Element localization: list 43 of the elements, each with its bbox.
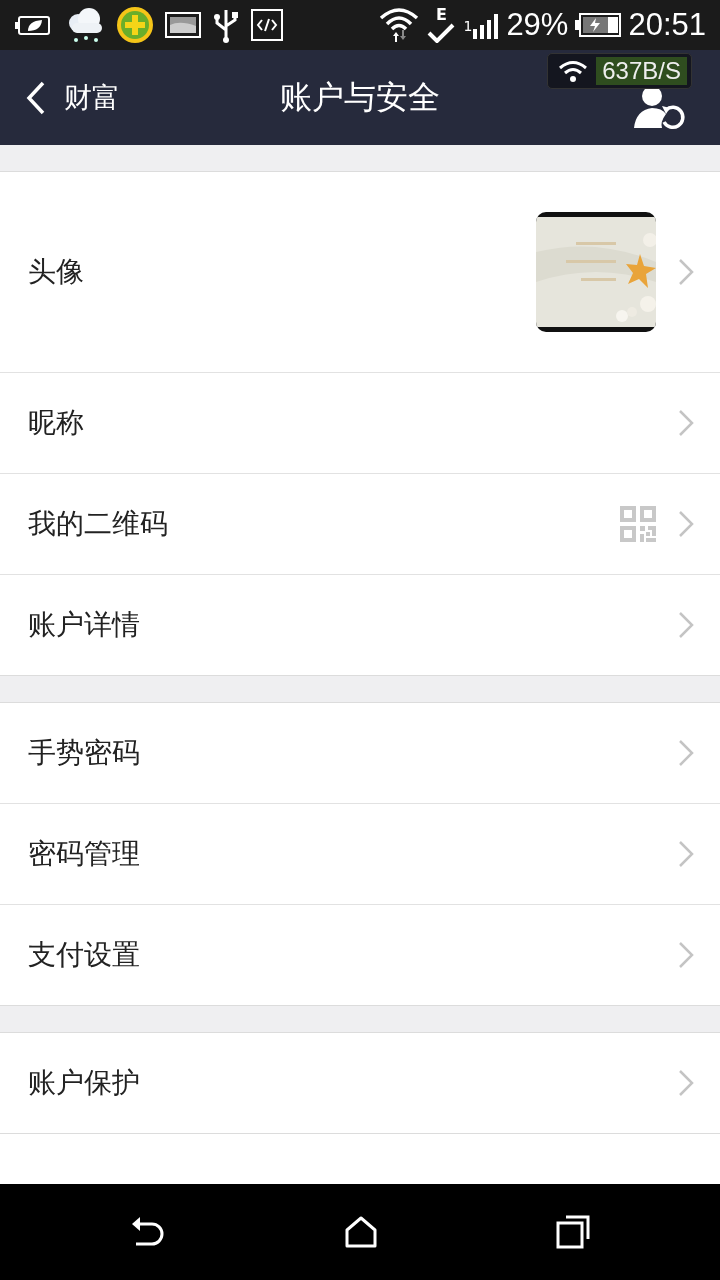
chevron-right-icon <box>678 941 694 969</box>
back-button[interactable]: 财富 <box>26 78 120 117</box>
chevron-right-icon <box>678 1069 694 1097</box>
chevron-right-icon <box>678 409 694 437</box>
image-icon <box>164 10 202 40</box>
row-label: 手势密码 <box>28 735 141 771</box>
row-label: 昵称 <box>28 405 85 441</box>
settings-row[interactable]: 密码管理 <box>0 803 720 904</box>
row-label: 账户保护 <box>28 1065 141 1101</box>
wifi-icon <box>558 59 589 83</box>
settings-row[interactable]: 昵称 <box>0 372 720 473</box>
settings-row[interactable]: 头像 <box>0 172 720 372</box>
code-icon <box>250 8 284 42</box>
signal-label: 1 <box>463 18 473 34</box>
settings-row[interactable]: 支付设置 <box>0 904 720 1005</box>
page-title: 账户与安全 <box>279 76 441 118</box>
row-label: 账户详情 <box>28 607 141 643</box>
row-label: 支付设置 <box>28 937 141 973</box>
network-type: E <box>436 7 447 23</box>
chevron-right-icon <box>678 840 694 868</box>
battery-percent: 29% <box>506 7 569 43</box>
battery-icon <box>574 12 623 38</box>
clock: 20:51 <box>628 7 706 43</box>
check-icon <box>426 23 457 43</box>
signal-icon <box>472 11 501 39</box>
home-icon[interactable] <box>345 1216 377 1248</box>
chevron-right-icon <box>678 611 694 639</box>
chevron-right-icon <box>678 510 694 538</box>
qr-code-icon <box>620 506 656 542</box>
row-label: 密码管理 <box>28 836 141 872</box>
chevron-right-icon <box>678 258 694 286</box>
network-speed: 637B/S <box>596 57 687 85</box>
row-label: 头像 <box>28 254 85 290</box>
settings-row[interactable]: 手势密码 <box>0 703 720 803</box>
recent-apps-icon[interactable] <box>556 1215 591 1249</box>
back-icon <box>26 80 46 115</box>
chevron-right-icon <box>678 739 694 767</box>
wifi-icon <box>379 6 420 44</box>
settings-row[interactable]: 账户详情 <box>0 574 720 675</box>
settings-row[interactable]: 我的二维码 <box>0 473 720 574</box>
row-label: 我的二维码 <box>28 506 169 542</box>
settings-row[interactable]: 账户保护 <box>0 1033 720 1133</box>
plus-badge-icon <box>116 6 154 44</box>
